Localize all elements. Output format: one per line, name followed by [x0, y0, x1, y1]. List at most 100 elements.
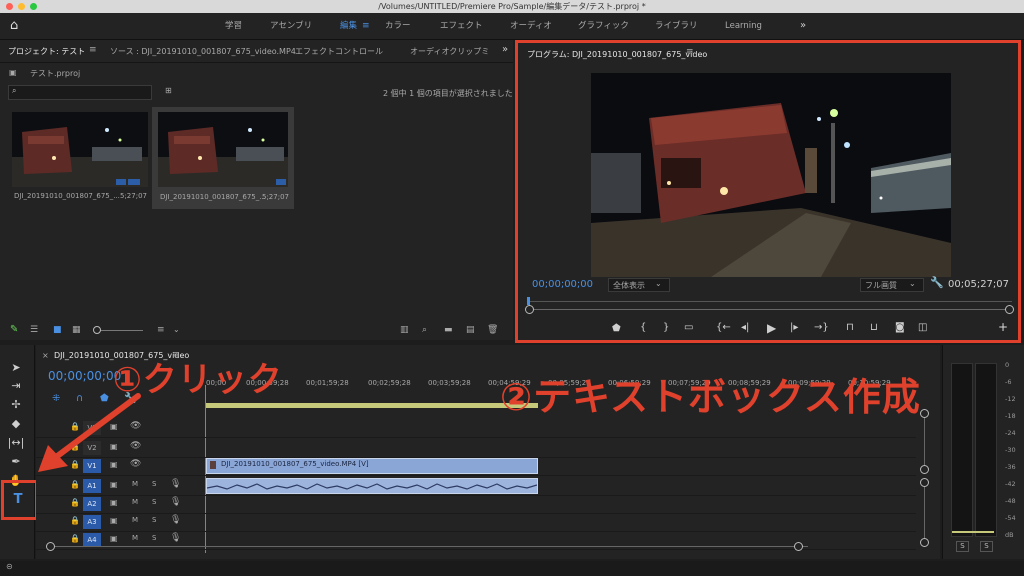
program-timecode[interactable]: 00;00;00;00 [532, 279, 593, 290]
mute-button[interactable]: M [132, 534, 138, 542]
play-icon[interactable]: ▶ [767, 321, 776, 335]
mark-out-icon[interactable]: } [663, 322, 669, 333]
microphone-icon[interactable]: 🎙 [170, 515, 181, 525]
track-target-a4[interactable]: A4 [83, 533, 101, 547]
new-search-bin-icon[interactable]: ⊞ [165, 86, 172, 95]
workspace-tab[interactable]: 学習 [225, 13, 242, 39]
tab-effect-controls[interactable]: エフェクトコントロール [295, 46, 383, 57]
camera-icon[interactable]: ◙ [895, 322, 905, 333]
zoom-slider[interactable] [95, 330, 143, 331]
a-scroll-handle-bottom[interactable] [920, 538, 929, 547]
freeform-view-icon[interactable]: ▦ [72, 325, 81, 335]
more-tabs-icon[interactable]: » [502, 44, 508, 55]
automate-sequence-icon[interactable]: ▥ [400, 325, 409, 335]
timeline-tab[interactable]: DJI_20191010_001807_675_video [54, 351, 189, 360]
pencil-icon[interactable]: ✎ [10, 324, 18, 335]
button-editor-plus-icon[interactable]: + [998, 320, 1008, 334]
timeline-timecode[interactable]: 00;00;00;00 [48, 369, 121, 383]
selection-tool-icon[interactable]: ➤ [6, 359, 26, 377]
solo-left-button[interactable]: S [956, 541, 969, 552]
scroll-handle-left[interactable] [525, 305, 534, 314]
more-workspaces-icon[interactable]: » [800, 13, 806, 39]
sync-lock-icon[interactable]: ▣ [110, 534, 118, 543]
video-clip-v1[interactable]: DJI_20191010_001807_675_video.MP4 [V] [206, 458, 538, 474]
v-scroll-handle-bottom[interactable] [920, 465, 929, 474]
h-scroll-handle-right[interactable] [794, 542, 803, 551]
razor-tool-icon[interactable]: ◆ [6, 415, 26, 433]
monitor-playhead[interactable] [527, 297, 530, 305]
track-select-tool-icon[interactable]: ⇥ [6, 377, 26, 395]
zoom-slider-handle[interactable] [93, 326, 101, 334]
lock-icon[interactable]: 🔒 [70, 480, 80, 489]
lock-icon[interactable]: 🔒 [70, 534, 80, 543]
workspace-tab[interactable]: アセンブリ [270, 13, 312, 39]
lock-icon[interactable]: 🔒 [70, 516, 80, 525]
sync-lock-icon[interactable]: ▣ [110, 498, 118, 507]
close-window-button[interactable] [6, 3, 13, 10]
safe-margins-icon[interactable]: ▭ [684, 322, 693, 333]
h-scroll-handle-left[interactable] [46, 542, 55, 551]
workspace-tab[interactable]: 編集 [340, 13, 357, 39]
chevron-down-icon[interactable]: ⌄ [173, 325, 180, 334]
workspace-tab[interactable]: オーディオ [510, 13, 552, 39]
workspace-tab[interactable]: カラー [385, 13, 411, 39]
workspace-menu-icon[interactable]: ≡ [362, 13, 370, 39]
program-tab-menu-icon[interactable]: ≡ [686, 47, 694, 57]
home-icon[interactable]: ⌂ [10, 18, 18, 33]
mark-in-icon[interactable]: { [640, 322, 646, 333]
work-area-bar[interactable] [206, 403, 538, 408]
trash-icon[interactable]: 🗑 [487, 325, 498, 335]
video-vertical-scrollbar[interactable] [924, 413, 925, 469]
step-back-icon[interactable]: ◂| [741, 322, 749, 333]
close-tab-icon[interactable]: × [42, 351, 49, 360]
icon-view-icon[interactable]: ■ [53, 325, 62, 335]
type-tool-icon[interactable]: T [8, 491, 28, 509]
project-item-selected[interactable]: DJI_20191010_001807_675_... 5;27;07 [152, 107, 294, 209]
sync-lock-icon[interactable]: ▣ [110, 480, 118, 489]
solo-button[interactable]: S [152, 516, 156, 524]
list-view-icon[interactable]: ☰ [30, 325, 38, 335]
extract-icon[interactable]: ⊔ [870, 322, 878, 333]
microphone-icon[interactable]: 🎙 [170, 479, 181, 489]
audio-clip-a1[interactable] [206, 478, 538, 494]
solo-button[interactable]: S [152, 534, 156, 542]
solo-button[interactable]: S [152, 480, 156, 488]
tab-source[interactable]: ソース : DJI_20191010_001807_675_video.MP4 [110, 46, 296, 57]
add-marker-icon[interactable]: ⬟ [612, 323, 621, 334]
project-item[interactable]: DJI_20191010_001807_675_... 5;27;07 [12, 112, 148, 207]
pen-tool-icon[interactable]: ✒ [6, 453, 26, 471]
track-target-a1[interactable]: A1 [83, 479, 101, 493]
minimize-window-button[interactable] [18, 3, 25, 10]
step-forward-icon[interactable]: |▸ [790, 322, 798, 333]
audio-vertical-scrollbar[interactable] [924, 481, 925, 545]
timeline-horizontal-scrollbar[interactable] [50, 546, 808, 547]
monitor-timeruler[interactable] [528, 301, 1012, 302]
v-scroll-handle-top[interactable] [920, 409, 929, 418]
workspace-tab[interactable]: ライブラリ [655, 13, 698, 39]
tab-audio-clip-mixer[interactable]: オーディオクリップミ [410, 46, 489, 57]
wrench-icon[interactable]: 🔧 [930, 276, 944, 289]
workspace-tab[interactable]: グラフィック [578, 13, 629, 39]
solo-right-button[interactable]: S [980, 541, 993, 552]
go-to-in-icon[interactable]: {← [716, 322, 731, 333]
project-search-input[interactable]: ⌕ [8, 85, 152, 100]
go-to-out-icon[interactable]: →} [814, 322, 829, 333]
solo-button[interactable]: S [152, 498, 156, 506]
comparison-view-icon[interactable]: ◫ [918, 322, 927, 333]
scroll-handle-right[interactable] [1005, 305, 1014, 314]
sync-lock-icon[interactable]: ▣ [110, 516, 118, 525]
find-icon[interactable]: ⌕ [422, 325, 427, 335]
microphone-icon[interactable]: 🎙 [170, 497, 181, 507]
a-scroll-handle-top[interactable] [920, 478, 929, 487]
monitor-zoom-scrollbar[interactable] [530, 309, 1010, 310]
mute-button[interactable]: M [132, 498, 138, 506]
program-monitor-tab[interactable]: プログラム: DJI_20191010_001807_675_video [527, 49, 707, 60]
lock-icon[interactable]: 🔒 [70, 498, 80, 507]
lift-icon[interactable]: ⊓ [846, 322, 854, 333]
sort-icon[interactable]: ≡ [157, 325, 165, 335]
ripple-edit-tool-icon[interactable]: ✢ [6, 396, 26, 414]
quality-select[interactable]: フル画質 ⌄ [860, 278, 924, 292]
project-tab-menu-icon[interactable]: ≡ [89, 45, 97, 55]
track-target-a3[interactable]: A3 [83, 515, 101, 529]
timeline-tab-menu-icon[interactable]: ≡ [172, 350, 180, 360]
